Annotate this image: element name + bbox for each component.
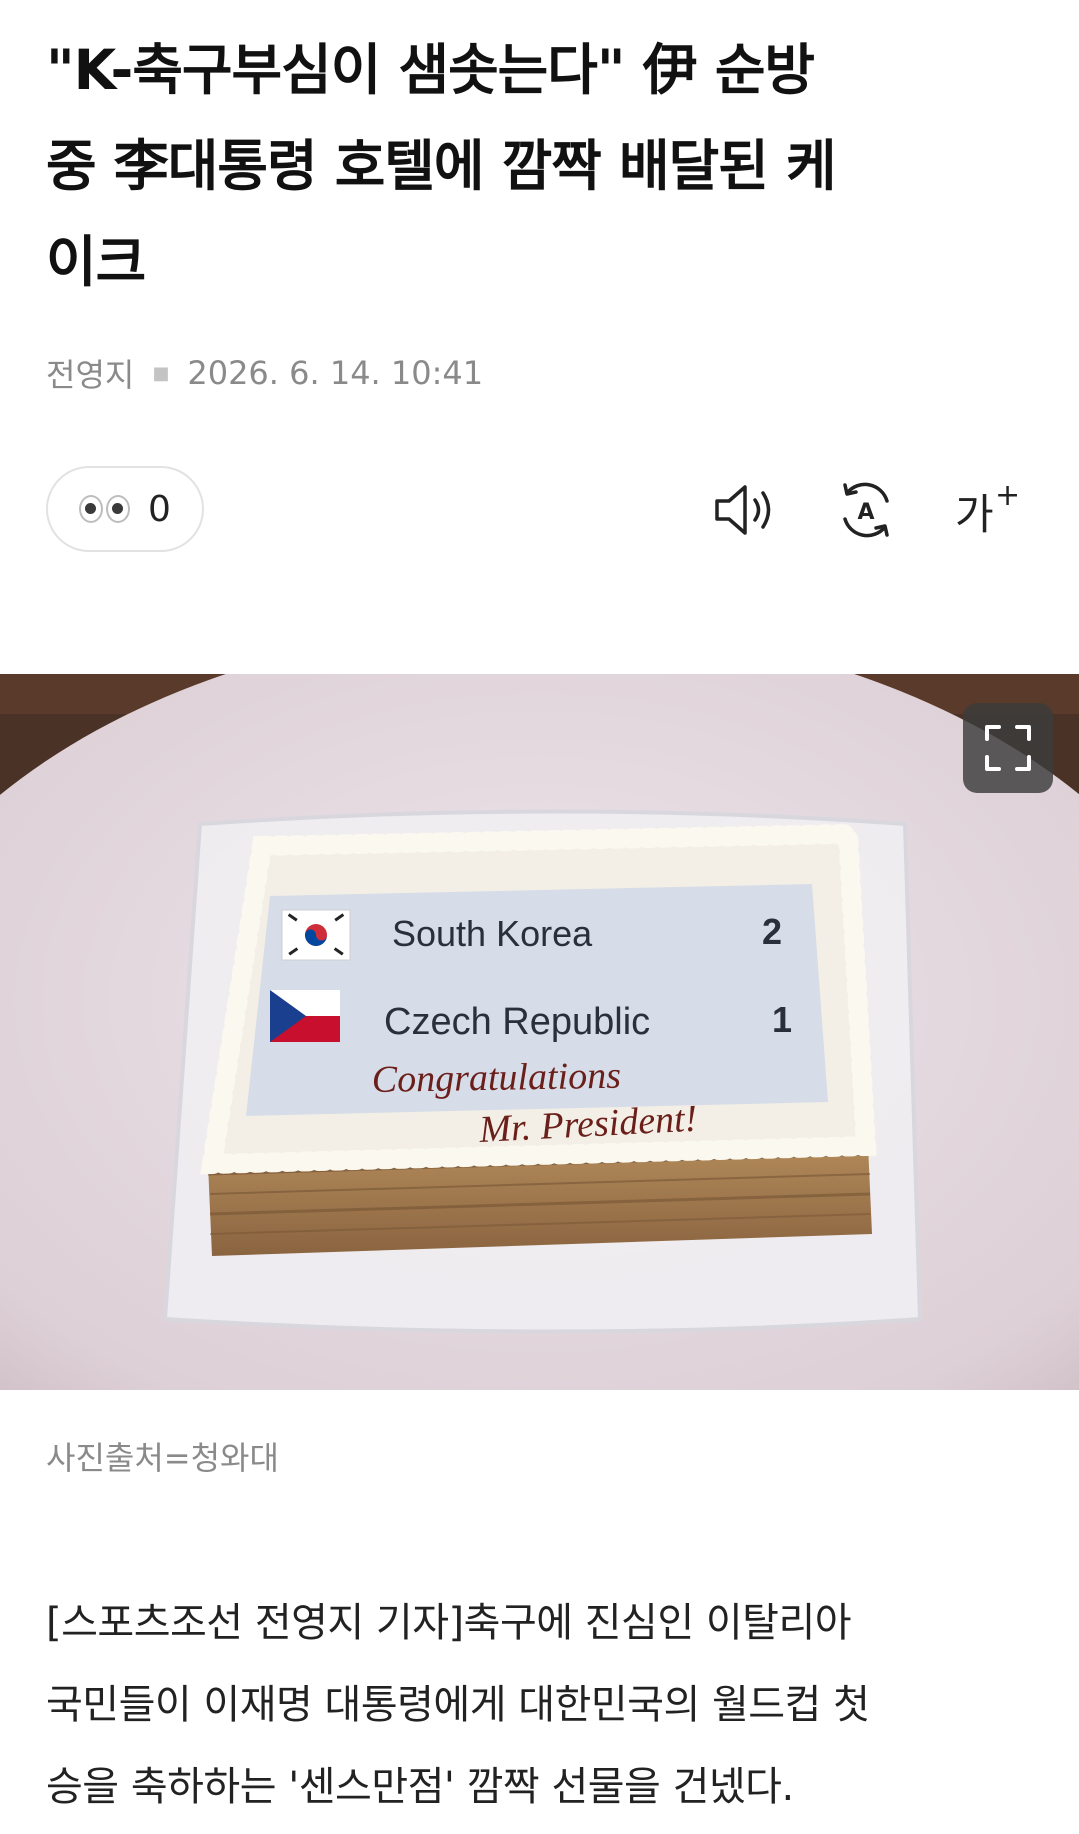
cake-team-score: 2 xyxy=(762,911,782,952)
author-name[interactable]: 전영지 xyxy=(46,350,134,396)
body-line: 국민들이 이재명 대통령에게 대한민국의 월드컵 첫 xyxy=(46,1682,870,1728)
speaker-button[interactable] xyxy=(708,474,780,546)
speaker-icon xyxy=(715,485,771,535)
cake-team-name: South Korea xyxy=(392,913,593,954)
expand-icon xyxy=(985,725,1031,771)
cake-team-score: 1 xyxy=(772,999,792,1040)
body-line: [스포츠조선 전영지 기자]축구에 진심인 이탈리아 xyxy=(46,1600,852,1646)
article-meta: 전영지 ■ 2026. 6. 14. 10:41 xyxy=(46,350,483,396)
publish-datetime: 2026. 6. 14. 10:41 xyxy=(187,354,484,392)
photo-caption: 사진출처=청와대 xyxy=(46,1439,279,1477)
headline-line: "K-축구부심이 샘솟는다" 伊 순방 xyxy=(46,38,815,102)
svg-text:A: A xyxy=(857,500,874,525)
article-headline: "K-축구부심이 샘솟는다" 伊 순방 중 李대통령 호텔에 깜짝 배달된 케 … xyxy=(46,22,1036,310)
font-size-button[interactable]: 가 + xyxy=(950,474,1022,546)
czech-flag xyxy=(270,990,340,1042)
cake-team-name: Czech Republic xyxy=(384,1001,650,1043)
reaction-count: 0 xyxy=(148,488,171,530)
cake-handwriting-line1: Congratulations xyxy=(371,1055,621,1101)
headline-line: 이크 xyxy=(46,230,146,294)
font-size-icon: 가 + xyxy=(955,479,1020,539)
svg-text:가: 가 xyxy=(955,490,994,539)
meta-separator: ■ xyxy=(152,362,170,384)
article-body: [스포츠조선 전영지 기자]축구에 진심인 이탈리아 국민들이 이재명 대통령에… xyxy=(46,1582,1036,1828)
eyes-emoji-icon xyxy=(79,495,131,523)
south-korea-flag xyxy=(281,909,351,961)
expand-photo-button[interactable] xyxy=(963,703,1053,793)
cake-photo-illustration: South Korea 2 Czech Republic 1 Congratul… xyxy=(0,674,1079,1390)
body-line: 승을 축하하는 '센스만점' 깜짝 선물을 건넸다. xyxy=(46,1764,794,1810)
headline-line: 중 李대통령 호텔에 깜짝 배달된 케 xyxy=(46,134,837,198)
translate-button[interactable]: A xyxy=(830,474,902,546)
reaction-button[interactable]: 0 xyxy=(46,466,204,552)
translate-icon: A xyxy=(843,482,889,538)
svg-text:+: + xyxy=(995,479,1020,513)
article-photo[interactable]: South Korea 2 Czech Republic 1 Congratul… xyxy=(0,674,1079,1390)
